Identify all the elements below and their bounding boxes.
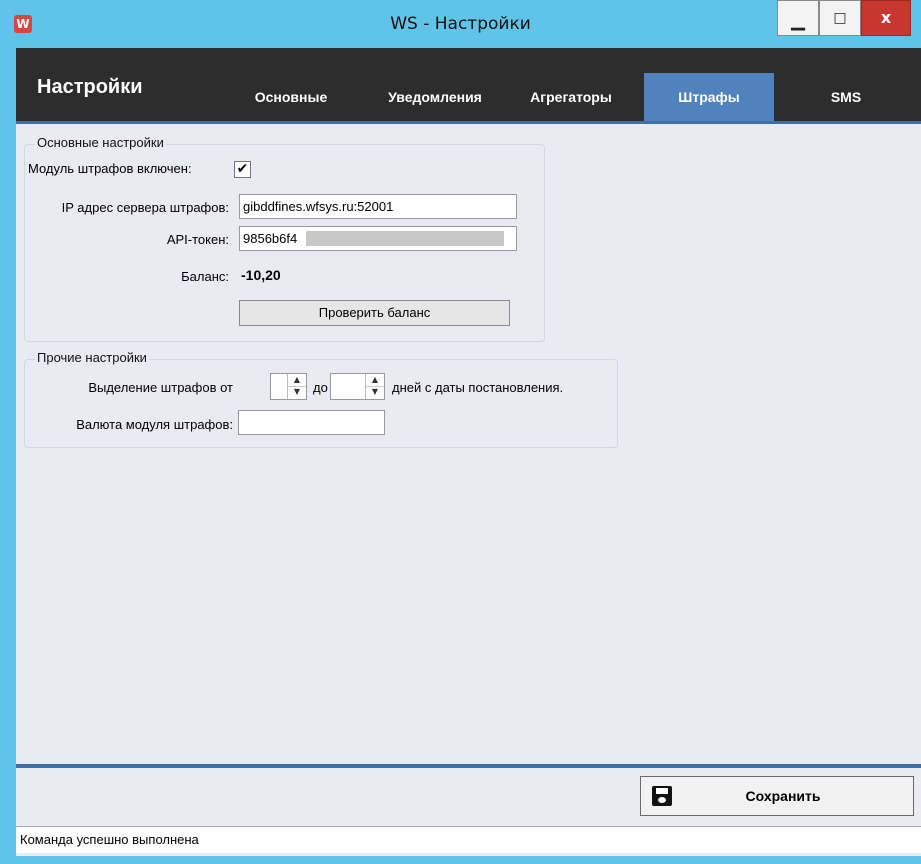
module-enabled-checkbox[interactable]: ✔ — [234, 161, 251, 178]
tab-aggregators[interactable]: Агрегаторы — [511, 73, 631, 121]
api-token-mask — [306, 231, 504, 246]
days-suffix-label: дней с даты постановления. — [392, 380, 564, 395]
api-token-value: 9856b6f4 — [243, 231, 298, 246]
module-enabled-label: Модуль штрафов включен: — [28, 161, 192, 176]
settings-window: Настройки Основные Уведомления Агрегатор… — [16, 48, 921, 856]
minimize-button[interactable]: ▁ — [777, 0, 819, 36]
basic-settings-title: Основные настройки — [35, 135, 166, 150]
spin-down-icon[interactable]: ▼ — [366, 386, 384, 398]
window-title-bar[interactable]: W WS - Настройки ▁ □ x — [0, 0, 921, 48]
footer-divider — [16, 764, 921, 768]
other-settings-group: Прочие настройки Выделение штрафов от ▲ … — [24, 350, 618, 448]
status-bar: Команда успешно выполнена — [16, 826, 921, 853]
highlight-to-arrows: ▲ ▼ — [365, 374, 384, 399]
save-button[interactable]: Сохранить — [640, 776, 914, 816]
tab-sms[interactable]: SMS — [786, 73, 906, 121]
spin-down-icon[interactable]: ▼ — [288, 386, 306, 398]
balance-value: -10,20 — [241, 267, 281, 283]
server-ip-input[interactable]: gibddfines.wfsys.ru:52001 — [239, 194, 517, 219]
currency-label: Валюта модуля штрафов: — [76, 417, 233, 432]
save-button-label: Сохранить — [745, 788, 821, 804]
highlight-from-arrows: ▲ ▼ — [287, 374, 306, 399]
tab-main[interactable]: Основные — [236, 73, 346, 121]
api-token-label: API-токен: — [166, 232, 229, 247]
basic-settings-group: Основные настройки Модуль штрафов включе… — [24, 135, 545, 342]
check-balance-button[interactable]: Проверить баланс — [239, 300, 510, 326]
other-settings-title: Прочие настройки — [35, 350, 149, 365]
close-button[interactable]: x — [861, 0, 911, 36]
maximize-button[interactable]: □ — [819, 0, 861, 36]
balance-label: Баланс: — [181, 269, 229, 284]
to-label: до — [313, 380, 328, 395]
highlight-from-spinner[interactable]: ▲ ▼ — [270, 373, 307, 400]
tab-fines[interactable]: Штрафы — [644, 73, 774, 121]
status-text: Команда успешно выполнена — [20, 832, 199, 847]
highlight-from-label: Выделение штрафов от — [88, 380, 233, 395]
highlight-to-spinner[interactable]: ▲ ▼ — [330, 373, 385, 400]
page-title: Настройки — [37, 76, 143, 98]
currency-input[interactable] — [238, 410, 385, 435]
tab-notifications[interactable]: Уведомления — [360, 73, 510, 121]
api-token-input[interactable]: 9856b6f4 — [239, 226, 517, 251]
server-ip-label: IP адрес сервера штрафов: — [61, 200, 229, 215]
settings-header: Настройки Основные Уведомления Агрегатор… — [16, 48, 921, 124]
